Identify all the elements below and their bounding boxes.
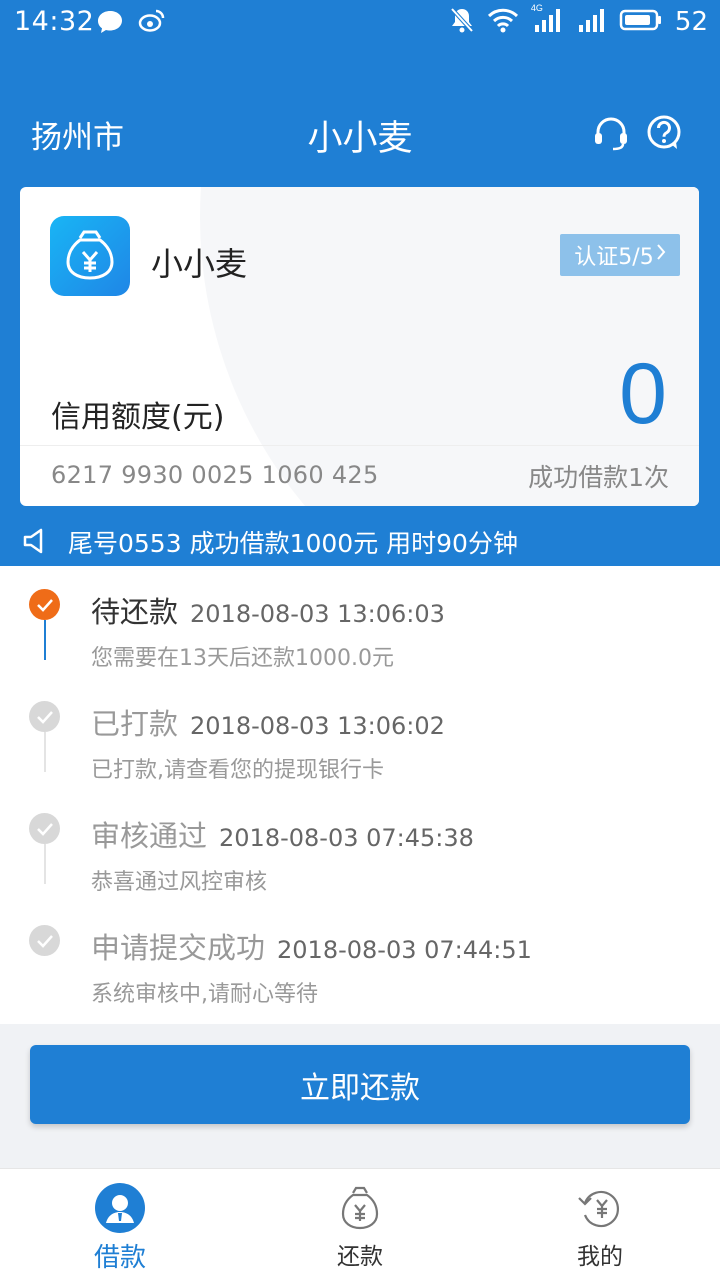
tab-borrow[interactable]: 借款 <box>0 1169 240 1280</box>
check-icon <box>29 701 60 732</box>
help-icon[interactable] <box>645 114 683 156</box>
timeline-item: 审核通过 2018-08-03 07:45:38 恭喜通过风控审核 <box>0 808 720 908</box>
signal-icon <box>575 7 607 37</box>
timeline-time: 2018-08-03 07:45:38 <box>219 824 474 852</box>
battery-level: 52 <box>674 7 708 37</box>
repay-now-button[interactable]: 立即还款 <box>30 1045 690 1124</box>
speaker-icon <box>22 527 48 559</box>
status-time: 14:32 <box>14 6 95 37</box>
tab-label: 借款 <box>93 1243 146 1273</box>
timeline-desc: 恭喜通过风控审核 <box>91 870 268 895</box>
loan-status-timeline: 待还款 2018-08-03 13:06:03 您需要在13天后还款1000.0元… <box>0 566 720 1024</box>
check-icon <box>29 925 60 956</box>
card-product-name: 小小麦 <box>151 245 248 283</box>
customer-service-icon[interactable] <box>592 114 630 156</box>
timeline-item: 待还款 2018-08-03 13:06:03 您需要在13天后还款1000.0元 <box>0 584 720 684</box>
battery-icon <box>619 8 663 36</box>
timeline-time: 2018-08-03 13:06:02 <box>190 712 445 740</box>
chevron-right-icon <box>656 242 666 268</box>
network-type: 4G <box>530 3 543 13</box>
certification-badge[interactable]: 认证5/5 <box>560 234 680 276</box>
app-header: 扬州市 小小麦 <box>0 100 720 166</box>
timeline-desc: 您需要在13天后还款1000.0元 <box>91 646 394 671</box>
notice-text: 尾号0553 成功借款1000元 用时90分钟 <box>68 529 518 558</box>
status-bar: 14:32 4G 52 <box>0 0 720 46</box>
wifi-icon <box>487 7 519 37</box>
timeline-title: 申请提交成功 <box>91 931 266 965</box>
credit-limit-amount: 0 <box>619 346 667 442</box>
tab-repay[interactable]: 还款 <box>240 1169 480 1280</box>
check-icon <box>29 589 60 620</box>
notice-bar: 尾号0553 成功借款1000元 用时90分钟 <box>0 520 720 564</box>
user-icon <box>95 1183 145 1233</box>
certification-label: 认证5/5 <box>574 245 654 270</box>
timeline-desc: 系统审核中,请耐心等待 <box>91 982 318 1007</box>
timeline-desc: 已打款,请查看您的提现银行卡 <box>91 758 384 783</box>
timeline-time: 2018-08-03 07:44:51 <box>277 936 532 964</box>
signal-4g-icon: 4G <box>531 3 563 37</box>
timeline-title: 已打款 <box>91 707 179 741</box>
credit-card: 小小麦 认证5/5 信用额度(元) 0 6217 9930 0025 1060 … <box>20 187 699 506</box>
tab-label: 还款 <box>337 1244 383 1270</box>
tab-label: 我的 <box>577 1244 623 1270</box>
timeline-item: 申请提交成功 2018-08-03 07:44:51 系统审核中,请耐心等待 <box>0 920 720 1020</box>
bank-card-number: 6217 9930 0025 1060 425 <box>51 461 379 489</box>
timeline-item: 已打款 2018-08-03 13:06:02 已打款,请查看您的提现银行卡 <box>0 696 720 796</box>
timeline-title: 审核通过 <box>91 819 208 853</box>
money-bag-icon <box>335 1183 385 1233</box>
success-loan-count: 成功借款1次 <box>528 463 669 492</box>
tab-mine[interactable]: 我的 <box>480 1169 720 1280</box>
timeline-time: 2018-08-03 13:06:03 <box>190 600 445 628</box>
weibo-icon <box>138 8 166 38</box>
credit-limit-label: 信用额度(元) <box>51 400 225 435</box>
card-divider <box>20 445 699 446</box>
timeline-title: 待还款 <box>91 595 179 629</box>
mute-icon <box>449 6 475 38</box>
message-icon <box>96 9 124 39</box>
check-icon <box>29 813 60 844</box>
app-logo-icon <box>50 216 130 296</box>
bottom-tab-bar: 借款 还款 我的 <box>0 1168 720 1280</box>
refund-icon <box>575 1183 625 1233</box>
